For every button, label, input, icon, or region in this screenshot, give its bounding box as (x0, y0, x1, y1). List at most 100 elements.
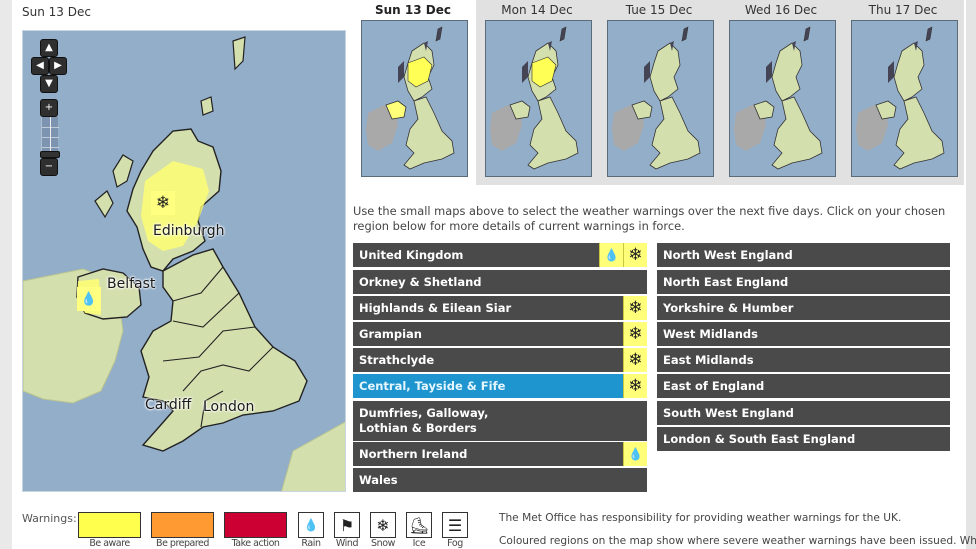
legend-label-snow: Snow (370, 538, 396, 549)
main-map-date: Sun 13 Dec (22, 5, 91, 19)
region-label: East Midlands (663, 353, 754, 367)
region-yorkshire-humber[interactable]: Yorkshire & Humber (657, 296, 950, 320)
zoom-slider-handle[interactable] (40, 151, 60, 158)
thumbnail-map[interactable] (361, 20, 468, 177)
snow-icon: ❄ (623, 348, 647, 372)
region-east-midlands[interactable]: East Midlands (657, 348, 950, 372)
thumb-hebrides (888, 61, 894, 83)
pan-left-button[interactable]: ◀ (31, 57, 49, 75)
region-south-west-england[interactable]: South West England (657, 401, 950, 425)
thumbnail-map[interactable] (485, 20, 592, 177)
region-central-tayside-fife[interactable]: Central, Tayside & Fife ❄ (353, 374, 647, 398)
tab-thu-17-dec[interactable]: Thu 17 Dec (842, 0, 964, 185)
thumb-map-graphic (856, 26, 945, 170)
region-label: Grampian (359, 327, 422, 341)
intro-text: Use the small maps above to select the w… (353, 204, 946, 233)
fog-icon: ☰ (442, 512, 468, 538)
zoom-in-button[interactable]: + (40, 99, 58, 117)
region-london-south-east-england[interactable]: London & South East England (657, 427, 950, 451)
region-label: North East England (663, 275, 789, 289)
tab-tue-15-dec[interactable]: Tue 15 Dec (598, 0, 720, 185)
thumbnail-map[interactable] (851, 20, 958, 177)
region-label: Yorkshire & Humber (663, 301, 794, 315)
region-label: London & South East England (663, 432, 856, 446)
snow-icon: ❄ (623, 296, 647, 320)
region-orkney-shetland[interactable]: Orkney & Shetland (353, 270, 647, 294)
region-east-of-england[interactable]: East of England (657, 374, 950, 398)
rain-icon: 💧 (298, 512, 324, 538)
city-label-belfast: Belfast (107, 276, 156, 292)
thumbnail-map[interactable] (607, 20, 714, 177)
region-label: Wales (359, 473, 398, 487)
tab-label: Mon 14 Dec (501, 3, 573, 17)
zoom-out-button[interactable]: − (40, 158, 58, 176)
thumb-map-graphic (366, 26, 455, 170)
region-label: United Kingdom (359, 248, 464, 262)
region-label: Strathclyde (359, 353, 435, 367)
thumbnail-map[interactable] (729, 20, 836, 177)
city-label-cardiff: Cardiff (145, 397, 192, 413)
uk-map-graphic (23, 36, 345, 491)
legend-label-rain: Rain (301, 538, 321, 549)
region-wales[interactable]: Wales (353, 468, 647, 492)
rain-icon: 💧 (623, 442, 647, 466)
tab-label: Wed 16 Dec (744, 3, 818, 17)
tab-mon-14-dec[interactable]: Mon 14 Dec (476, 0, 598, 185)
legend-label-be-aware: Be aware (89, 538, 130, 549)
snow-icon: ❄ (623, 374, 647, 398)
thumb-scotland (893, 42, 925, 102)
tab-label: Thu 17 Dec (868, 3, 938, 17)
legend-label-wind: Wind (335, 538, 359, 549)
thumb-hebrides (766, 61, 772, 83)
thumb-shetland (681, 26, 689, 42)
region-north-west-england[interactable]: North West England (657, 243, 950, 267)
region-label: Orkney & Shetland (359, 275, 482, 289)
thumb-hebrides (644, 61, 650, 83)
thumb-shetland (435, 26, 443, 42)
pan-right-button[interactable]: ▶ (49, 57, 67, 75)
region-north-east-england[interactable]: North East England (657, 270, 950, 294)
tab-sun-13-dec[interactable]: Sun 13 Dec (352, 0, 474, 185)
region-united-kingdom[interactable]: United Kingdom 💧 ❄ (353, 243, 647, 267)
rain-warning-marker[interactable]: 💧 (77, 287, 101, 311)
scrollbar-track[interactable] (966, 0, 976, 549)
pan-up-button[interactable]: ▲ (40, 39, 58, 57)
region-dumfries-galloway-lothian-borders[interactable]: Dumfries, Galloway, Lothian & Borders (353, 401, 647, 441)
city-label-london: London (203, 399, 255, 415)
region-grampian[interactable]: Grampian ❄ (353, 322, 647, 346)
region-northern-ireland[interactable]: Northern Ireland 💧 (353, 442, 647, 466)
thumb-map-graphic (734, 26, 823, 170)
snow-icon: ❄ (623, 243, 647, 267)
tab-wed-16-dec[interactable]: Wed 16 Dec (720, 0, 842, 185)
region-label: North West England (663, 248, 793, 262)
tab-label: Sun 13 Dec (375, 3, 451, 17)
main-warning-map[interactable]: ▲ ◀ ▶ ▼ + − ❄ 💧 Edinburgh Belfast Cardif… (22, 30, 346, 492)
region-label: Dumfries, Galloway, Lothian & Borders (359, 406, 489, 435)
thumb-england-wales (771, 96, 823, 170)
region-strathclyde[interactable]: Strathclyde ❄ (353, 348, 647, 372)
thumb-scotland (649, 42, 681, 102)
thumb-map-graphic (490, 26, 579, 170)
region-label: West Midlands (663, 327, 759, 341)
thumb-shetland (803, 26, 811, 42)
rain-icon: 💧 (80, 291, 98, 307)
day-tabs: Sun 13 Dec Mon 14 Dec Tue 15 Dec Wed 16 … (352, 0, 966, 185)
snow-warning-marker[interactable]: ❄ (151, 191, 175, 215)
legend-swatch-take-action (224, 512, 287, 538)
region-highlands-eilean-siar[interactable]: Highlands & Eilean Siar ❄ (353, 296, 647, 320)
thumb-england-wales (649, 96, 701, 170)
info-text-2: Coloured regions on the map show where s… (499, 535, 976, 547)
snow-icon: ❄ (623, 322, 647, 346)
legend-label-be-prepared: Be prepared (156, 538, 209, 549)
city-label-edinburgh: Edinburgh (153, 223, 225, 239)
thumb-map-graphic (612, 26, 701, 170)
thumb-hebrides (398, 61, 404, 83)
pan-down-button[interactable]: ▼ (40, 75, 58, 93)
region-west-midlands[interactable]: West Midlands (657, 322, 950, 346)
rain-icon: 💧 (599, 243, 623, 267)
thumb-shetland (925, 26, 933, 42)
thumb-england-wales (527, 96, 579, 170)
thumb-england-wales (403, 96, 455, 170)
thumb-hebrides (522, 61, 528, 83)
wind-icon: ⚑ (334, 512, 360, 538)
